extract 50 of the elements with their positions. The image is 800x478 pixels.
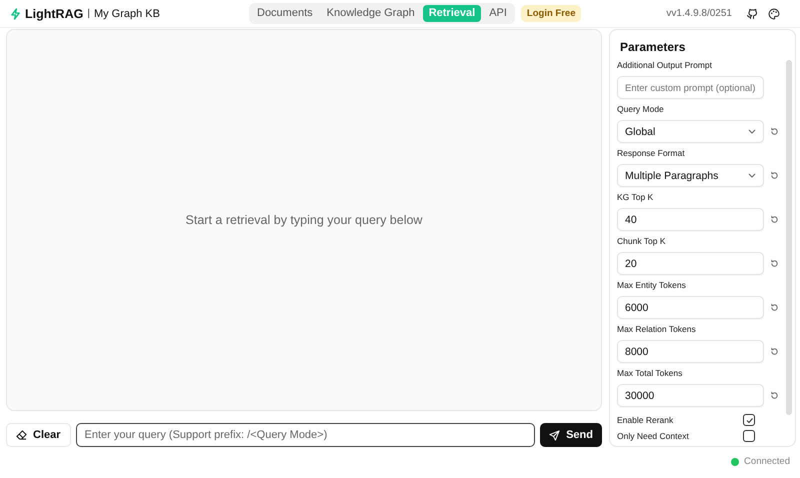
chevron-down-icon (748, 129, 756, 134)
number-field[interactable]: 20 (617, 252, 764, 275)
send-button[interactable]: Send (540, 423, 602, 447)
prompt-field[interactable]: Enter custom prompt (optional) (617, 76, 764, 99)
dropdown[interactable]: Multiple Paragraphs (617, 164, 764, 187)
status-label: Connected (744, 456, 790, 467)
reset-icon[interactable] (770, 127, 779, 136)
checkbox[interactable] (743, 414, 755, 426)
reset-icon[interactable] (770, 391, 779, 400)
tab[interactable]: Knowledge Graph (320, 5, 421, 22)
field-label: Max Entity Tokens (617, 280, 687, 291)
reset-icon[interactable] (770, 259, 779, 268)
reset-icon[interactable] (770, 215, 779, 224)
field-label: Query Mode (617, 104, 665, 115)
lightning-icon (10, 8, 21, 20)
number-field[interactable]: 30000 (617, 384, 764, 407)
checkbox-label: Enable Rerank (617, 414, 674, 426)
field-label: Response Format (617, 148, 686, 159)
number-field[interactable]: 8000 (617, 340, 764, 363)
query-field[interactable]: Enter your query (Support prefix: /<Query Mode>) (76, 423, 536, 447)
field-label: Additional Output Prompt (617, 60, 713, 71)
login-button[interactable]: Login Free (520, 5, 582, 22)
separator: | (87, 8, 90, 19)
app-name: LightRAG (25, 6, 84, 20)
chevron-down-icon (748, 173, 756, 178)
reset-icon[interactable] (770, 303, 779, 312)
eraser-icon (16, 430, 27, 440)
reset-icon[interactable] (770, 347, 779, 356)
checkbox[interactable] (743, 430, 755, 442)
version-label: vv1.4.9.8/0251 (666, 8, 732, 19)
field-label: Max Total Tokens (617, 368, 684, 379)
field-label: Chunk Top K (617, 236, 667, 247)
checkbox-label: Only Need Context (617, 430, 689, 442)
panel-title: Parameters (620, 40, 686, 54)
clear-button[interactable]: Clear (6, 423, 71, 447)
field-label: KG Top K (617, 192, 654, 203)
number-field[interactable]: 6000 (617, 296, 764, 319)
dropdown[interactable]: Global (617, 120, 764, 143)
scrollbar[interactable] (786, 60, 792, 415)
github-icon[interactable] (746, 8, 758, 20)
field-label: Max Relation Tokens (617, 324, 697, 335)
check-icon (744, 416, 754, 424)
tab[interactable]: Documents (251, 5, 319, 22)
send-icon (549, 430, 560, 440)
empty-message: Start a retrieval by typing your query below (186, 213, 422, 227)
knowledge-base-name: My Graph KB (94, 8, 160, 20)
number-field[interactable]: 40 (617, 208, 764, 231)
tab[interactable]: API (483, 5, 513, 22)
reset-icon[interactable] (770, 171, 779, 180)
palette-icon[interactable] (768, 8, 780, 20)
